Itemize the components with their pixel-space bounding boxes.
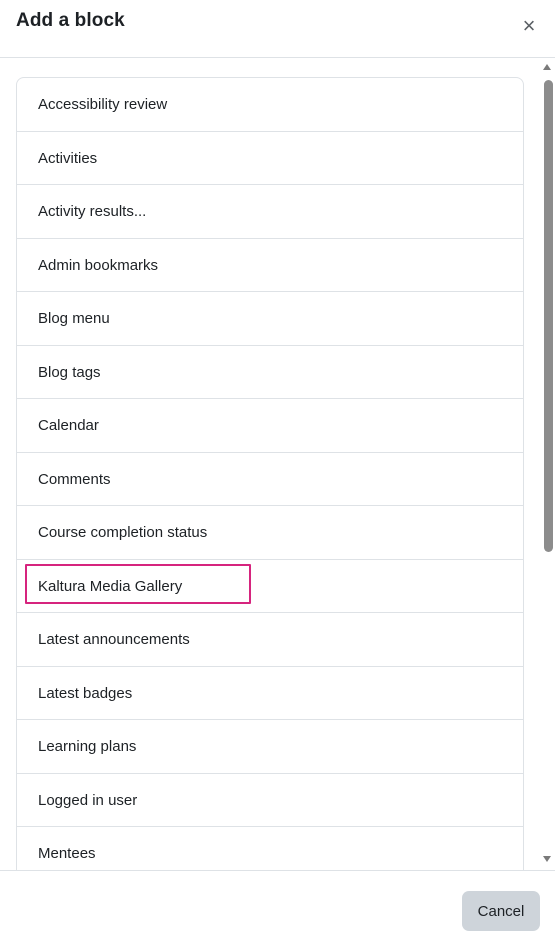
block-item-logged-in-user[interactable]: Logged in user (17, 774, 523, 827)
dialog-header: Add a block × (0, 0, 555, 58)
dialog-title: Add a block (16, 10, 125, 31)
block-item-course-completion-status[interactable]: Course completion status (17, 506, 523, 560)
scrollbar-thumb[interactable] (544, 80, 553, 552)
block-item-admin-bookmarks[interactable]: Admin bookmarks (17, 239, 523, 292)
scroll-down-arrow-icon[interactable] (543, 856, 551, 862)
block-item-blog-tags[interactable]: Blog tags (17, 346, 523, 399)
block-item-latest-announcements[interactable]: Latest announcements (17, 613, 523, 667)
cancel-button[interactable]: Cancel (462, 891, 540, 931)
block-item-learning-plans[interactable]: Learning plans (17, 720, 523, 774)
block-item-activity-results[interactable]: Activity results... (17, 185, 523, 239)
block-item-kaltura-media-gallery[interactable]: Kaltura Media Gallery (17, 560, 523, 613)
close-icon[interactable]: × (519, 14, 539, 38)
block-item-accessibility-review[interactable]: Accessibility review (17, 78, 523, 132)
block-item-activities[interactable]: Activities (17, 132, 523, 185)
block-item-comments[interactable]: Comments (17, 453, 523, 506)
scroll-up-arrow-icon[interactable] (543, 64, 551, 70)
block-item-calendar[interactable]: Calendar (17, 399, 523, 453)
block-item-latest-badges[interactable]: Latest badges (17, 667, 523, 720)
scrollbar[interactable] (539, 58, 555, 870)
dialog-body: Accessibility review Activities Activity… (0, 58, 555, 870)
block-list: Accessibility review Activities Activity… (16, 77, 524, 870)
block-item-blog-menu[interactable]: Blog menu (17, 292, 523, 346)
dialog-footer: Cancel (0, 870, 555, 931)
block-item-mentees[interactable]: Mentees (17, 827, 523, 870)
